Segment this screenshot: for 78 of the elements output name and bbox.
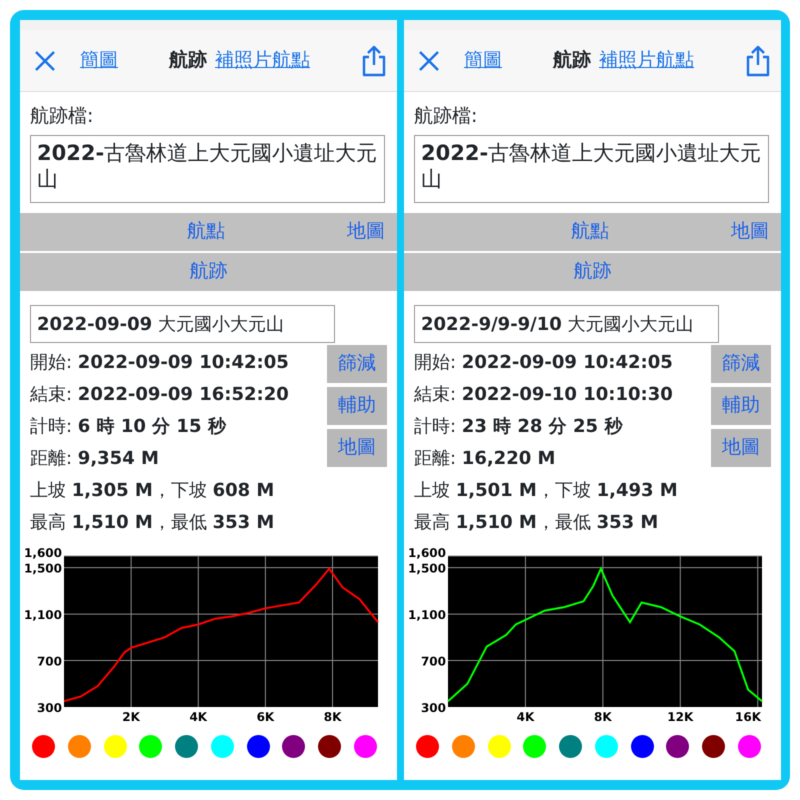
x-axis-label: 2K: [122, 710, 140, 724]
y-axis-label: 1,100: [24, 608, 62, 622]
stat-line: 距離: 16,220 M: [414, 446, 556, 470]
close-icon[interactable]: [418, 50, 440, 72]
nav-title: 航跡: [169, 48, 207, 74]
x-axis-label: 12K: [667, 710, 694, 724]
side-button[interactable]: 篩減: [711, 344, 771, 382]
y-axis-label: 300: [420, 700, 446, 714]
track-name-field[interactable]: 2022-09-09 大元國小大元山: [30, 304, 335, 342]
x-axis-label: 4K: [189, 710, 208, 724]
y-axis-label: 1,600: [408, 546, 446, 560]
stat-line: 上坡 1,305 M，下坡 608 M: [30, 478, 276, 502]
stat-line: 開始: 2022-09-09 10:42:05: [30, 350, 290, 374]
color-swatch[interactable]: [452, 734, 475, 758]
nav-title: 航跡: [553, 48, 591, 74]
stat-line: 最高 1,510 M，最低 353 M: [414, 510, 660, 534]
share-icon[interactable]: [361, 44, 387, 76]
close-icon[interactable]: [34, 50, 56, 72]
y-axis-label: 300: [36, 700, 62, 714]
side-button[interactable]: 輔助: [711, 386, 771, 424]
color-swatch[interactable]: [210, 734, 234, 758]
file-label: 航跡檔:: [30, 104, 94, 129]
x-axis-label: 8K: [594, 710, 612, 724]
stat-line: 最高 1,510 M，最低 353 M: [30, 510, 276, 534]
stat-line: 開始: 2022-09-09 10:42:05: [414, 350, 674, 374]
file-name-field[interactable]: 2022-古魯林道上大元國小遺址大元山: [414, 134, 769, 202]
x-axis-label: 16K: [735, 710, 761, 724]
file-label: 航跡檔:: [414, 104, 478, 129]
back-link[interactable]: 簡圖: [80, 46, 118, 75]
side-button[interactable]: 篩減: [327, 344, 387, 382]
photo-waypoint-link[interactable]: 補照片航點: [215, 46, 310, 75]
back-link[interactable]: 簡圖: [464, 46, 502, 75]
x-axis-label: 8K: [324, 710, 342, 724]
color-swatch[interactable]: [246, 734, 270, 758]
track-name-field[interactable]: 2022-9/9-9/10 大元國小大元山: [414, 304, 719, 342]
color-swatch[interactable]: [702, 734, 726, 758]
stat-line: 計時: 23 時 28 分 25 秒: [414, 414, 624, 438]
waypoint-button[interactable]: 航點: [571, 217, 609, 246]
color-swatch[interactable]: [175, 734, 198, 758]
side-button[interactable]: 地圖: [327, 428, 387, 466]
track-button[interactable]: 航跡: [574, 257, 612, 286]
map-button[interactable]: 地圖: [731, 217, 769, 246]
color-swatch[interactable]: [666, 734, 690, 758]
color-swatch[interactable]: [139, 734, 162, 758]
y-axis-label: 700: [420, 654, 446, 668]
side-button[interactable]: 地圖: [711, 428, 771, 466]
y-axis-label: 1,100: [408, 608, 446, 622]
color-swatch[interactable]: [282, 734, 306, 758]
stat-line: 結束: 2022-09-09 16:52:20: [30, 382, 290, 406]
color-swatch[interactable]: [32, 734, 55, 758]
stat-line: 計時: 6 時 10 分 15 秒: [30, 414, 228, 438]
color-swatch[interactable]: [630, 734, 654, 758]
stat-line: 距離: 9,354 M: [30, 446, 160, 470]
color-swatch[interactable]: [354, 734, 377, 758]
file-name-field[interactable]: 2022-古魯林道上大元國小遺址大元山: [30, 134, 385, 202]
color-swatch[interactable]: [559, 734, 582, 758]
share-icon[interactable]: [745, 44, 771, 76]
map-button[interactable]: 地圖: [347, 217, 385, 246]
stat-line: 結束: 2022-09-10 10:10:30: [414, 382, 674, 406]
color-swatch[interactable]: [318, 734, 342, 758]
color-swatch[interactable]: [416, 734, 439, 758]
y-axis-label: 1,500: [408, 561, 446, 576]
y-axis-label: 1,500: [24, 561, 62, 576]
y-axis-label: 700: [36, 654, 62, 668]
color-swatch[interactable]: [594, 734, 618, 758]
x-axis-label: 6K: [256, 710, 274, 724]
stat-line: 上坡 1,501 M，下坡 1,493 M: [414, 478, 679, 502]
waypoint-button[interactable]: 航點: [187, 217, 225, 246]
color-swatch[interactable]: [104, 734, 127, 758]
photo-waypoint-link[interactable]: 補照片航點: [599, 46, 694, 75]
color-swatch[interactable]: [738, 734, 761, 758]
y-axis-label: 1,600: [24, 546, 62, 560]
color-swatch[interactable]: [68, 734, 91, 758]
track-button[interactable]: 航跡: [190, 257, 228, 286]
color-swatch[interactable]: [488, 734, 511, 758]
side-button[interactable]: 輔助: [327, 386, 387, 424]
color-swatch[interactable]: [523, 734, 546, 758]
x-axis-label: 4K: [516, 710, 534, 724]
